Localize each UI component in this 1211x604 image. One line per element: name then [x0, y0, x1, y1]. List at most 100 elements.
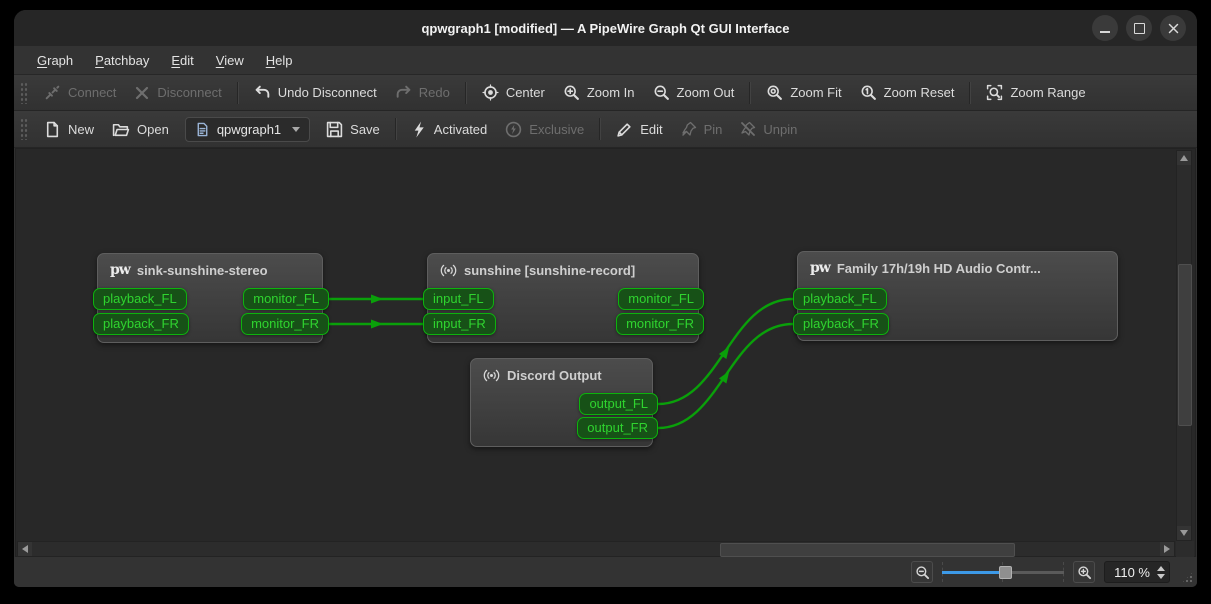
toolbar-drag-handle[interactable]	[20, 81, 28, 104]
port-sunshine-monitor_FR[interactable]: monitor_FR	[616, 313, 704, 335]
patchbay-profile-select[interactable]: qpwgraph1	[184, 116, 311, 142]
menu-help[interactable]: Help	[255, 49, 304, 72]
toolbar-separator	[749, 81, 752, 104]
zoom-out-icon	[915, 565, 929, 579]
zoom-range-icon	[987, 84, 1003, 101]
zoom-in-icon	[1077, 565, 1091, 579]
activated-icon	[414, 121, 424, 137]
spin-up-icon[interactable]	[1157, 565, 1165, 571]
save-button[interactable]: Save	[317, 115, 389, 144]
chevron-down-icon	[292, 126, 301, 132]
zoom-slider[interactable]	[942, 561, 1065, 583]
port-sunshine-input_FL[interactable]: input_FL	[423, 288, 494, 310]
arrow-up-icon	[1180, 155, 1188, 161]
port-sink-monitor_FR[interactable]: monitor_FR	[241, 313, 329, 335]
zoom-range-button[interactable]: Zoom Range	[977, 78, 1094, 107]
scroll-right-button[interactable]	[1160, 542, 1174, 556]
edit-pencil-icon	[617, 122, 631, 137]
screen: qpwgraph1 [modified] — A PipeWire Graph …	[0, 0, 1211, 604]
toolbar-drag-handle[interactable]	[20, 118, 28, 140]
window-title: qpwgraph1 [modified] — A PipeWire Graph …	[421, 20, 790, 36]
zoom-level-value: 110 %	[1114, 564, 1150, 580]
wire-arrow-icon	[718, 371, 730, 384]
zoom-reset-icon	[861, 85, 876, 100]
zoom-out-button[interactable]: Zoom Out	[644, 78, 744, 107]
port-sink-playback_FL[interactable]: playback_FL	[93, 288, 187, 310]
port-sunshine-input_FR[interactable]: input_FR	[423, 313, 496, 335]
pin-icon	[681, 121, 696, 136]
maximize-button[interactable]	[1126, 15, 1152, 41]
center-button[interactable]: Center	[473, 78, 554, 107]
arrow-down-icon	[1180, 530, 1188, 536]
port-discord-output_FL[interactable]: output_FL	[579, 393, 658, 415]
horizontal-scroll-thumb[interactable]	[720, 543, 1015, 557]
menu-graph[interactable]: Graph	[26, 49, 84, 72]
pin-button: Pin	[672, 115, 732, 143]
node-title-text: sink-sunshine-stereo	[136, 262, 268, 278]
scroll-up-button[interactable]	[1177, 151, 1191, 165]
titlebar[interactable]: qpwgraph1 [modified] — A PipeWire Graph …	[14, 10, 1197, 46]
open-button[interactable]: Open	[103, 115, 178, 144]
app-window: qpwgraph1 [modified] — A PipeWire Graph …	[14, 10, 1197, 587]
menu-edit[interactable]: Edit	[160, 49, 204, 72]
maximize-icon	[1133, 22, 1145, 34]
menu-patchbay[interactable]: Patchbay	[84, 49, 160, 72]
stream-icon	[483, 369, 500, 382]
graph-toolbar: Connect Disconnect Undo Disconnect Redo …	[14, 75, 1197, 111]
statusbar: 110 %	[14, 557, 1197, 587]
open-folder-icon	[112, 123, 130, 136]
node-title-text: Discord Output	[507, 368, 602, 383]
patchbay-toolbar: New Open qpwgraph1 Save Activated Exclus…	[14, 111, 1197, 148]
wire-arrow-icon	[371, 294, 383, 304]
scrollbar-corner	[1176, 541, 1194, 557]
node-header: pw sink-sunshine-stereo	[98, 254, 322, 278]
disconnect-button: Disconnect	[125, 79, 230, 107]
port-family-playback_FR[interactable]: playback_FR	[793, 313, 889, 335]
horizontal-scrollbar[interactable]	[17, 541, 1175, 557]
toolbar-separator	[599, 118, 602, 140]
zoom-fit-button[interactable]: Zoom Fit	[757, 78, 850, 107]
toolbar-separator	[969, 81, 972, 104]
toolbar-separator	[236, 81, 239, 104]
connection-wires	[329, 294, 794, 430]
port-sink-playback_FR[interactable]: playback_FR	[93, 313, 189, 335]
vertical-scrollbar[interactable]	[1176, 150, 1192, 541]
activated-button[interactable]: Activated	[403, 115, 496, 144]
port-family-playback_FL[interactable]: playback_FL	[793, 288, 887, 310]
menubar: Graph Patchbay Edit View Help	[14, 46, 1197, 75]
toolbar-separator	[394, 118, 397, 140]
center-icon	[482, 84, 499, 101]
minimize-button[interactable]	[1092, 15, 1118, 41]
graph-canvas[interactable]: pw sink-sunshine-stereo sunshine [sunshi…	[15, 148, 1196, 557]
arrow-right-icon	[1164, 545, 1170, 553]
port-discord-output_FR[interactable]: output_FR	[577, 417, 658, 439]
scroll-left-button[interactable]	[18, 542, 32, 556]
edit-button[interactable]: Edit	[607, 115, 671, 144]
stream-icon	[440, 264, 457, 277]
save-icon	[326, 121, 343, 137]
port-sunshine-monitor_FL[interactable]: monitor_FL	[618, 288, 704, 310]
slider-handle[interactable]	[999, 566, 1013, 579]
spin-down-icon[interactable]	[1157, 573, 1165, 579]
toolbar-separator	[464, 81, 467, 104]
exclusive-icon	[506, 121, 522, 137]
pipewire-icon: pw	[110, 262, 131, 278]
node-title-text: Family 17h/19h HD Audio Contr...	[836, 260, 1041, 276]
menu-view[interactable]: View	[205, 49, 255, 72]
port-sink-monitor_FL[interactable]: monitor_FL	[243, 288, 329, 310]
statusbar-zoom-in-button[interactable]	[1073, 561, 1096, 583]
vertical-scroll-thumb[interactable]	[1178, 264, 1192, 426]
slider-fill	[942, 571, 1003, 574]
node-header: Discord Output	[471, 359, 652, 384]
statusbar-zoom-out-button[interactable]	[911, 561, 934, 583]
zoom-in-button[interactable]: Zoom In	[554, 78, 644, 107]
close-button[interactable]	[1160, 15, 1186, 41]
patchbay-profile-value: qpwgraph1	[216, 121, 282, 137]
zoom-reset-button[interactable]: Zoom Reset	[851, 78, 964, 107]
undo-disconnect-button[interactable]: Undo Disconnect	[245, 78, 386, 107]
new-button[interactable]: New	[35, 115, 103, 144]
zoom-level-spinbox[interactable]: 110 %	[1104, 561, 1170, 583]
disconnect-icon	[136, 86, 149, 99]
scroll-down-button[interactable]	[1177, 526, 1191, 540]
minimize-icon	[1100, 30, 1110, 33]
